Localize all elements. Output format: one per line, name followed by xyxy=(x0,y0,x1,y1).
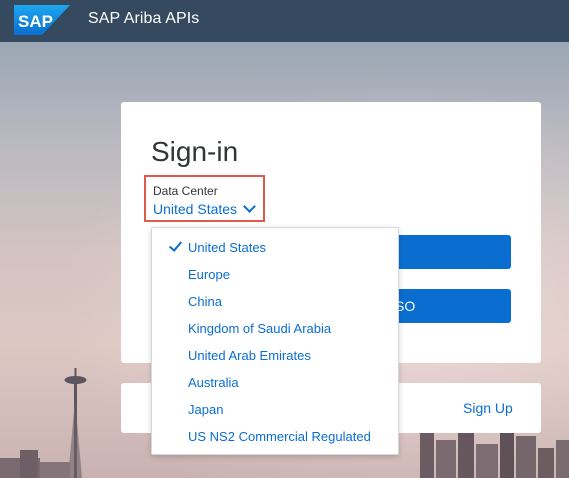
menu-item-label: Australia xyxy=(188,375,239,390)
chevron-down-icon xyxy=(243,200,256,213)
menu-item-label: Europe xyxy=(188,267,230,282)
menu-item-us-ns2[interactable]: US NS2 Commercial Regulated xyxy=(152,423,398,450)
menu-item-label: Japan xyxy=(188,402,224,417)
signin-title: Sign-in xyxy=(151,136,239,167)
data-center-label: Data Center xyxy=(153,184,218,198)
menu-item-label: US NS2 Commercial Regulated xyxy=(188,429,371,444)
menu-item-label: United Arab Emirates xyxy=(188,348,311,363)
menu-item-japan[interactable]: Japan xyxy=(152,396,398,423)
menu-item-europe[interactable]: Europe xyxy=(152,261,398,288)
menu-item-china[interactable]: China xyxy=(152,288,398,315)
menu-item-saudi-arabia[interactable]: Kingdom of Saudi Arabia xyxy=(152,315,398,342)
menu-item-label: Kingdom of Saudi Arabia xyxy=(188,321,332,336)
checkmark-icon xyxy=(168,238,183,252)
sap-logo-text: SAP xyxy=(18,12,53,31)
data-center-menu: United States Europe China Kingdom of Sa… xyxy=(151,227,399,455)
signup-link[interactable]: Sign Up xyxy=(463,400,513,416)
menu-item-label: United States xyxy=(188,240,267,255)
data-center-dropdown[interactable]: United States xyxy=(153,200,256,217)
data-center-selector[interactable]: Data Center United States xyxy=(144,175,265,222)
menu-item-united-states[interactable]: United States xyxy=(152,234,398,261)
sap-logo: SAP xyxy=(14,5,70,35)
menu-item-label: China xyxy=(188,294,222,309)
menu-item-uae[interactable]: United Arab Emirates xyxy=(152,342,398,369)
menu-item-australia[interactable]: Australia xyxy=(152,369,398,396)
top-bar: SAP SAP Ariba APIs xyxy=(0,0,569,42)
data-center-value: United States xyxy=(153,201,238,217)
app-title: SAP Ariba APIs xyxy=(88,10,200,27)
